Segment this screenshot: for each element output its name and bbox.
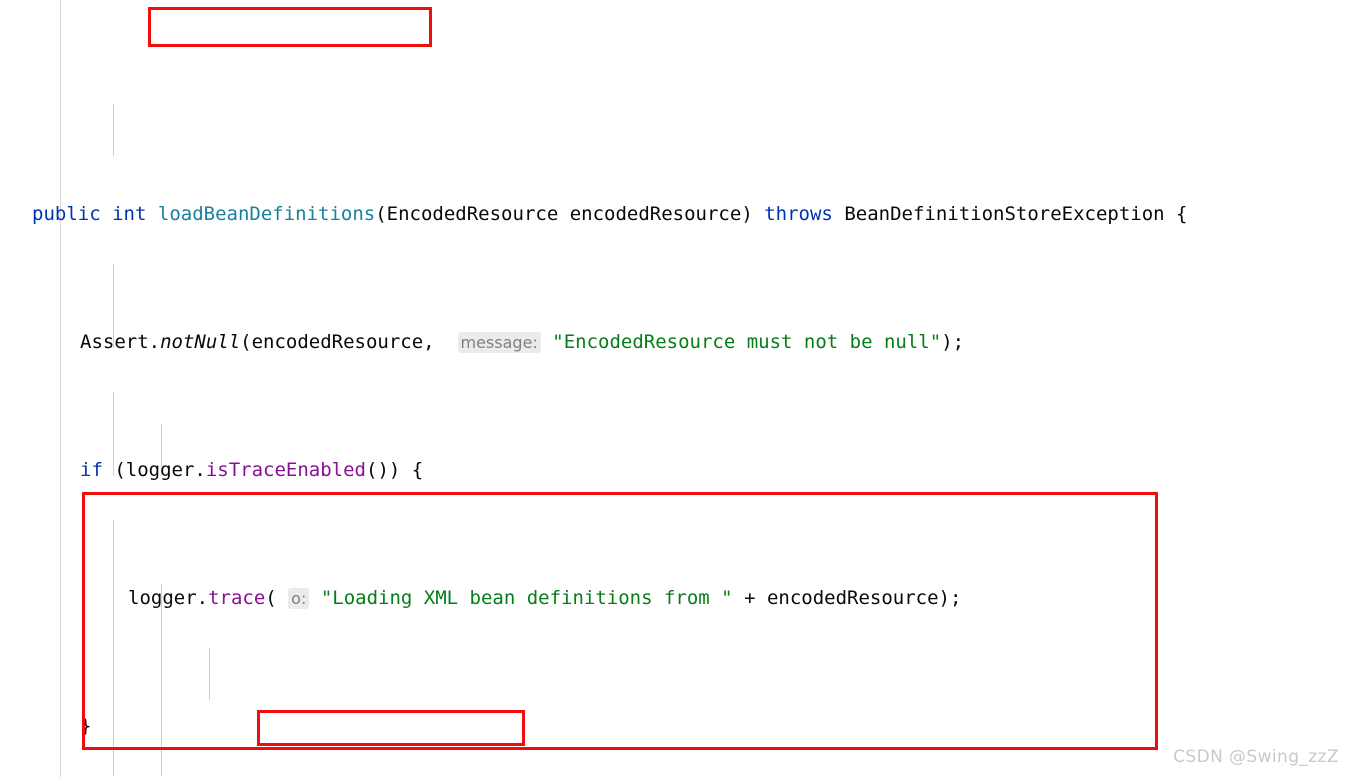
inlay-hint-o: o: (288, 588, 310, 609)
code-token-expr: + encodedResource); (732, 587, 962, 609)
code-token-static-method: notNull (160, 331, 241, 353)
code-line: public (0, 96, 1353, 102)
code-token-punct: { (1164, 203, 1188, 225)
code-token-receiver: logger. (128, 587, 209, 609)
inlay-hint-message: message: (457, 332, 541, 353)
code-token-brace: } (80, 715, 92, 737)
code-token-string: "EncodedResource must not be null" (552, 331, 942, 353)
code-token-method-call: trace (208, 587, 266, 609)
watermark-text: CSDN @Swing_zzZ (1173, 747, 1339, 767)
code-line: if (logger.isTraceEnabled()) { (0, 454, 1353, 486)
code-token-type: EncodedResource (386, 203, 559, 225)
code-token-keyword: int (112, 203, 147, 225)
code-screenshot: public public int loadBeanDefinitions(En… (0, 0, 1353, 777)
code-token-string: "Loading XML bean definitions from " (320, 587, 733, 609)
code-area[interactable]: public public int loadBeanDefinitions(En… (0, 0, 1353, 777)
code-token-method-name: loadBeanDefinitions (157, 203, 376, 225)
code-token-args: (encodedResource, (240, 331, 458, 353)
code-token-type: BeanDefinitionStoreException (844, 203, 1165, 225)
code-token-punct: ()) { (366, 459, 424, 481)
code-line: logger.trace( o: "Loading XML bean defin… (0, 582, 1353, 614)
code-token-punct: ( (265, 587, 289, 609)
code-token-punct: ( (375, 203, 387, 225)
code-token-keyword: public (32, 101, 101, 102)
code-token-param: encodedResource (569, 203, 742, 225)
code-token-method-call: isTraceEnabled (205, 459, 366, 481)
code-token-punct: ) (741, 203, 753, 225)
code-token-keyword: if (80, 459, 103, 481)
code-token-expr: (logger. (102, 459, 206, 481)
code-token-keyword: public (32, 203, 101, 225)
code-line: Assert.notNull(encodedResource, message:… (0, 326, 1353, 358)
code-line: public int loadBeanDefinitions(EncodedRe… (0, 198, 1353, 230)
code-line: } (0, 710, 1353, 742)
code-token-class: Assert. (80, 331, 161, 353)
code-token-punct: ); (941, 331, 965, 353)
code-token-keyword: throws (764, 203, 833, 225)
